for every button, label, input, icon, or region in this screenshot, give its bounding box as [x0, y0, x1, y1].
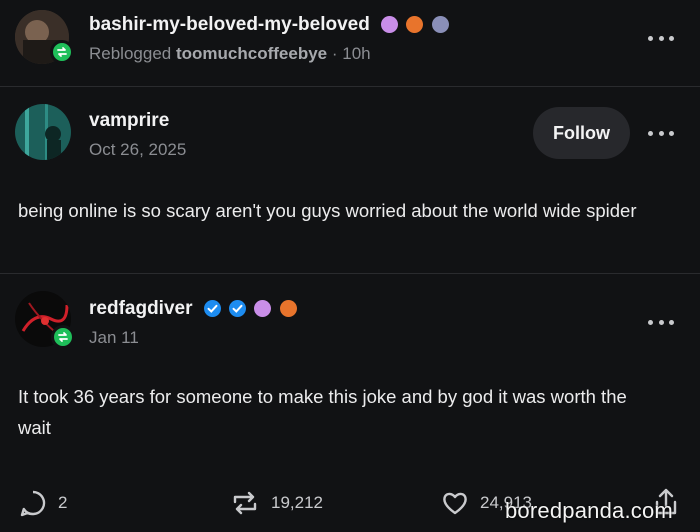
orange-badge-icon — [279, 300, 297, 318]
replier-username[interactable]: redfagdiver — [89, 298, 297, 320]
divider — [0, 273, 700, 274]
post-body: being online is so scary aren't you guys… — [18, 200, 637, 221]
watermark-text: boredpanda.com — [505, 498, 673, 523]
reblogged-prefix: Reblogged — [89, 44, 172, 63]
divider — [0, 86, 700, 87]
more-options-icon[interactable] — [648, 34, 674, 42]
post-date[interactable]: Oct 26, 2025 — [89, 140, 186, 160]
reblog-time: · 10h — [331, 44, 371, 63]
reblog-count: 19,212 — [271, 493, 323, 512]
heart-icon — [443, 492, 467, 515]
comment-icon — [20, 490, 46, 517]
reblog-icon — [50, 40, 74, 64]
comments-action[interactable]: 2 — [18, 488, 67, 518]
purple-badge-icon — [254, 300, 272, 318]
gray-badge-icon — [431, 16, 449, 34]
comment-count: 2 — [58, 493, 68, 512]
more-options-icon[interactable] — [648, 129, 674, 137]
reply-date[interactable]: Jan 11 — [89, 328, 139, 348]
reblog-meta: Reblogged toomuchcoffeebye · 10h — [89, 44, 371, 64]
reblogger-username[interactable]: bashir-my-beloved-my-beloved — [89, 14, 449, 36]
avatar-image — [15, 104, 71, 160]
replier-username-text[interactable]: redfagdiver — [89, 298, 192, 319]
reblogged-from-link[interactable]: toomuchcoffeebye — [176, 44, 327, 63]
more-options-icon[interactable] — [648, 318, 674, 326]
poster-avatar[interactable] — [15, 104, 71, 160]
reblog-icon — [51, 325, 75, 349]
poster-username[interactable]: vamprire — [89, 110, 169, 132]
reblog-icon — [233, 491, 257, 515]
orange-badge-icon — [406, 16, 424, 34]
verified-badge-icon — [229, 300, 247, 318]
reblog-action[interactable]: 19,212 — [229, 488, 323, 518]
purple-badge-icon — [381, 16, 399, 34]
reblogger-username-text[interactable]: bashir-my-beloved-my-beloved — [89, 14, 370, 35]
verified-badge-icon — [203, 300, 221, 318]
reblog-header: bashir-my-beloved-my-beloved Reblogged t… — [0, 0, 700, 86]
reply-body: It took 36 years for someone to make thi… — [18, 386, 627, 438]
follow-button[interactable]: Follow — [533, 107, 630, 159]
